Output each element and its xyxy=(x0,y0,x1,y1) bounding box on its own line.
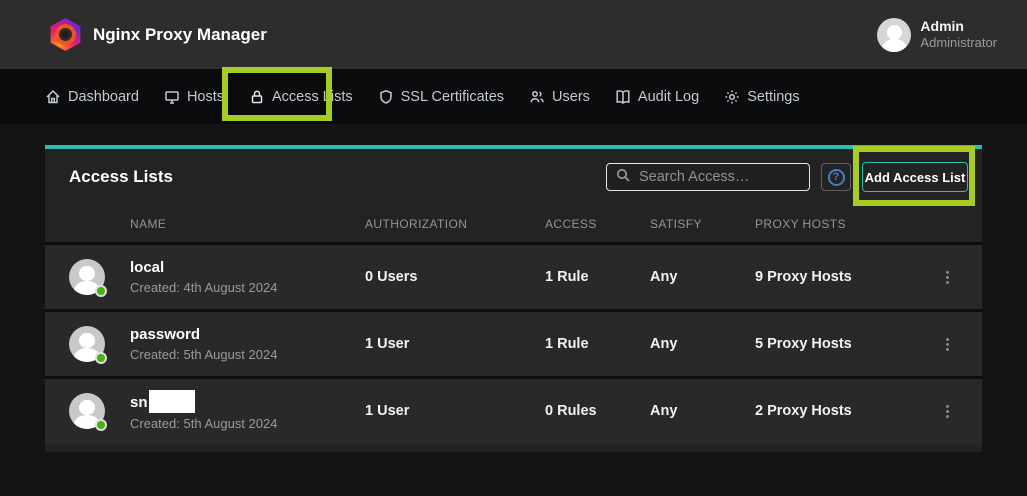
nav-item-hosts[interactable]: Hosts xyxy=(164,89,224,105)
satisfy-value: Any xyxy=(650,403,755,419)
table-row[interactable]: sn Created: 5th August 2024 1 User 0 Rul… xyxy=(45,376,982,443)
access-value: 1 Rule xyxy=(545,336,650,352)
row-actions-menu-icon[interactable] xyxy=(937,271,957,284)
search-icon xyxy=(615,167,631,188)
table-row[interactable]: password Created: 5th August 2024 1 User… xyxy=(45,309,982,376)
user-name: Admin xyxy=(920,18,997,35)
row-actions-menu-icon[interactable] xyxy=(937,405,957,418)
access-lists-panel: Access Lists ? Add Access List NAME AUTH… xyxy=(45,145,982,452)
proxy-hosts-value: 9 Proxy Hosts xyxy=(755,269,937,285)
home-icon xyxy=(45,89,61,105)
column-header-name: NAME xyxy=(130,217,365,231)
proxy-hosts-value: 2 Proxy Hosts xyxy=(755,403,937,419)
table-row[interactable]: local Created: 4th August 2024 0 Users 1… xyxy=(45,242,982,309)
access-list-name: password xyxy=(130,325,365,344)
search-input[interactable] xyxy=(639,169,801,185)
redaction-box xyxy=(149,390,195,413)
add-access-list-button[interactable]: Add Access List xyxy=(862,162,968,192)
access-list-avatar xyxy=(69,393,105,429)
satisfy-value: Any xyxy=(650,269,755,285)
table-header: NAME AUTHORIZATION ACCESS SATISFY PROXY … xyxy=(45,205,982,242)
access-list-avatar xyxy=(69,326,105,362)
help-button[interactable]: ? xyxy=(821,163,851,191)
authorization-value: 0 Users xyxy=(365,269,545,285)
status-dot-icon xyxy=(95,419,107,431)
satisfy-value: Any xyxy=(650,336,755,352)
column-header-access: ACCESS xyxy=(545,217,650,231)
gear-icon xyxy=(724,89,740,105)
created-date: Created: 5th August 2024 xyxy=(130,346,365,364)
row-actions-menu-icon[interactable] xyxy=(937,338,957,351)
user-role: Administrator xyxy=(920,35,997,51)
monitor-icon xyxy=(164,89,180,105)
access-value: 1 Rule xyxy=(545,269,650,285)
nginx-proxy-manager-app: Nginx Proxy Manager Admin Administrator … xyxy=(0,0,1027,496)
users-icon xyxy=(529,89,545,105)
nav-item-dashboard[interactable]: Dashboard xyxy=(45,89,139,105)
question-mark-icon: ? xyxy=(828,169,845,186)
authorization-value: 1 User xyxy=(365,403,545,419)
shield-icon xyxy=(378,89,394,105)
column-header-authorization: AUTHORIZATION xyxy=(365,217,545,231)
search-box xyxy=(606,163,810,191)
access-list-name: sn xyxy=(130,394,148,411)
status-dot-icon xyxy=(95,285,107,297)
access-list-name: local xyxy=(130,258,365,277)
nav-item-ssl-certificates[interactable]: SSL Certificates xyxy=(378,89,504,105)
created-date: Created: 5th August 2024 xyxy=(130,415,365,433)
authorization-value: 1 User xyxy=(365,336,545,352)
column-header-proxy-hosts: PROXY HOSTS xyxy=(755,217,937,231)
main-nav: Dashboard Hosts Access Lists SSL Certifi… xyxy=(0,69,1027,124)
panel-title: Access Lists xyxy=(69,167,173,187)
app-header: Nginx Proxy Manager Admin Administrator xyxy=(0,0,1027,69)
status-dot-icon xyxy=(95,352,107,364)
nav-item-access-lists[interactable]: Access Lists xyxy=(249,89,353,105)
lock-icon xyxy=(249,89,265,105)
panel-header: Access Lists ? Add Access List xyxy=(45,149,982,205)
nav-item-users[interactable]: Users xyxy=(529,89,590,105)
app-title: Nginx Proxy Manager xyxy=(93,25,267,45)
nav-item-audit-log[interactable]: Audit Log xyxy=(615,89,699,105)
column-header-satisfy: SATISFY xyxy=(650,217,755,231)
avatar-person-icon xyxy=(887,25,902,40)
book-icon xyxy=(615,89,631,105)
user-avatar[interactable] xyxy=(877,18,911,52)
nav-item-settings[interactable]: Settings xyxy=(724,89,799,105)
created-date: Created: 4th August 2024 xyxy=(130,279,365,297)
access-list-avatar xyxy=(69,259,105,295)
app-logo-icon xyxy=(49,18,82,51)
access-value: 0 Rules xyxy=(545,403,650,419)
proxy-hosts-value: 5 Proxy Hosts xyxy=(755,336,937,352)
user-menu[interactable]: Admin Administrator xyxy=(877,18,997,52)
